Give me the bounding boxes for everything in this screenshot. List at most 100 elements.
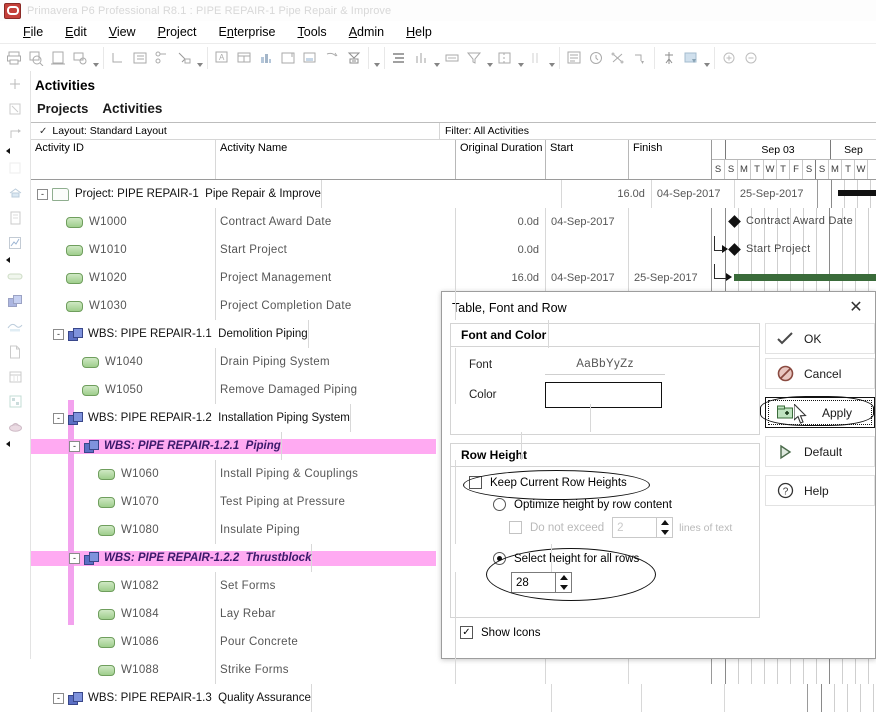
bars-icon[interactable]: [255, 47, 277, 69]
activity-icon[interactable]: [0, 264, 30, 289]
cancel-button[interactable]: Cancel: [765, 358, 875, 389]
notebook-icon[interactable]: [0, 205, 30, 230]
outdent-icon[interactable]: [107, 47, 129, 69]
resource-icon[interactable]: [0, 414, 30, 439]
resource-profile-icon[interactable]: [658, 47, 680, 69]
relationship-icon[interactable]: [629, 47, 651, 69]
menu-item-file[interactable]: File: [12, 25, 54, 39]
table-row[interactable]: W1010Start Project0.0dStart Project: [31, 236, 876, 264]
rail-expander-2[interactable]: [0, 255, 30, 264]
ok-button[interactable]: OK: [765, 323, 875, 354]
page-setup-icon[interactable]: [47, 47, 69, 69]
spellcheck-icon[interactable]: A: [211, 47, 233, 69]
menu-item-project[interactable]: Project: [147, 25, 208, 39]
home-icon[interactable]: [0, 180, 30, 205]
dropdown-caret-resource[interactable]: [702, 45, 711, 72]
row-height-icon[interactable]: [441, 47, 463, 69]
recalculate-icon[interactable]: [585, 47, 607, 69]
resource-assign-icon[interactable]: [173, 47, 195, 69]
table-row[interactable]: -WBS: PIPE REPAIR-1.3 Quality Assurance: [31, 684, 876, 712]
print-layout-icon[interactable]: [69, 47, 91, 69]
help-button[interactable]: ? Help: [765, 475, 875, 506]
dropdown-caret-curtain[interactable]: [547, 45, 556, 72]
row-expander-icon[interactable]: -: [69, 441, 80, 452]
keep-current-row-heights-checkbox[interactable]: [469, 476, 482, 489]
apply-button[interactable]: Apply: [765, 397, 875, 428]
row-height-input[interactable]: [511, 572, 555, 593]
timescale-icon[interactable]: [277, 47, 299, 69]
progress-spotlight-icon[interactable]: [321, 47, 343, 69]
page-break-icon[interactable]: [494, 47, 516, 69]
wbs-rail-icon[interactable]: [0, 289, 30, 314]
rail-expander-1[interactable]: [0, 146, 30, 155]
undo-icon[interactable]: [0, 121, 30, 146]
dropdown-caret-print[interactable]: [91, 45, 100, 72]
column-header-activity-name[interactable]: Activity Name: [216, 140, 456, 179]
table-row[interactable]: W1000Contract Award Date0.0d04-Sep-2017C…: [31, 208, 876, 236]
layout-selector[interactable]: ✓ Layout: Standard Layout: [31, 123, 440, 139]
activity-details-icon[interactable]: [563, 47, 585, 69]
columns-icon[interactable]: [233, 47, 255, 69]
optimize-height-row[interactable]: Optimize height by row content: [451, 498, 759, 511]
tab-activities[interactable]: Activities: [102, 101, 162, 116]
print-preview-icon[interactable]: [25, 47, 47, 69]
wbs-icon[interactable]: [151, 47, 173, 69]
dropdown-caret-pagebreak[interactable]: [516, 45, 525, 72]
document-icon[interactable]: [0, 339, 30, 364]
zoom-in-icon[interactable]: [718, 47, 740, 69]
default-button[interactable]: Default: [765, 436, 875, 467]
menu-item-help[interactable]: Help: [395, 25, 443, 39]
row-expander-icon[interactable]: -: [53, 693, 64, 704]
keep-current-row-heights-row[interactable]: Keep Current Row Heights: [451, 476, 759, 489]
menu-item-admin[interactable]: Admin: [338, 25, 395, 39]
font-sample-field[interactable]: AaBbYyZz: [545, 354, 665, 375]
row-expander-icon[interactable]: -: [53, 413, 64, 424]
dropdown-caret-bar[interactable]: [432, 45, 441, 72]
gantt-chart-icon[interactable]: [299, 47, 321, 69]
column-header-finish[interactable]: Finish: [629, 140, 712, 179]
add-icon[interactable]: [0, 71, 30, 96]
row-expander-icon[interactable]: -: [53, 329, 64, 340]
group-sort-icon[interactable]: [388, 47, 410, 69]
show-icons-row[interactable]: ✓ Show Icons: [450, 626, 760, 639]
menu-item-view[interactable]: View: [98, 25, 147, 39]
row-expander-icon[interactable]: -: [37, 189, 48, 200]
dropdown-caret-structure[interactable]: [195, 45, 204, 72]
dropdown-caret-filter[interactable]: [485, 45, 494, 72]
column-header-original-duration[interactable]: Original Duration: [456, 140, 546, 179]
trace-logic-icon[interactable]: [680, 47, 702, 69]
menu-item-edit[interactable]: Edit: [54, 25, 98, 39]
relationships-icon[interactable]: [0, 314, 30, 339]
column-header-activity-id[interactable]: Activity ID: [31, 140, 216, 179]
filter-selector[interactable]: Filter: All Activities: [440, 123, 876, 139]
delete-icon[interactable]: [0, 96, 30, 121]
menu-item-enterprise[interactable]: Enterprise: [208, 25, 287, 39]
row-height-stepper-down[interactable]: [556, 583, 571, 593]
close-icon[interactable]: ✕: [847, 298, 865, 316]
print-icon[interactable]: [3, 47, 25, 69]
rail-expander-3[interactable]: [0, 439, 30, 448]
zoom-out-icon[interactable]: [740, 47, 762, 69]
schedule-icon[interactable]: [343, 47, 365, 69]
indent-icon[interactable]: [129, 47, 151, 69]
row-expander-icon[interactable]: -: [69, 553, 80, 564]
table-row[interactable]: -Project: PIPE REPAIR-1 Pipe Repair & Im…: [31, 180, 876, 208]
report-icon[interactable]: [0, 389, 30, 414]
menu-item-tools[interactable]: Tools: [287, 25, 338, 39]
table-row[interactable]: W1088Strike Forms: [31, 656, 876, 684]
optimize-height-radio[interactable]: [493, 498, 506, 511]
calendar-icon[interactable]: [0, 364, 30, 389]
dropdown-caret-level[interactable]: [372, 45, 381, 72]
show-icons-checkbox[interactable]: ✓: [460, 626, 473, 639]
column-header-start[interactable]: Start: [546, 140, 629, 179]
curtain-icon[interactable]: [525, 47, 547, 69]
network-icon[interactable]: [607, 47, 629, 69]
table-row[interactable]: W1020Project Management16.0d04-Sep-20172…: [31, 264, 876, 292]
chart-icon[interactable]: [0, 230, 30, 255]
tab-projects[interactable]: Projects: [37, 101, 88, 116]
blank-icon[interactable]: [0, 155, 30, 180]
row-height-stepper-up[interactable]: [556, 573, 571, 583]
row-height-stepper[interactable]: [511, 572, 572, 593]
filter-icon[interactable]: [463, 47, 485, 69]
bar-chart-icon[interactable]: [410, 47, 432, 69]
